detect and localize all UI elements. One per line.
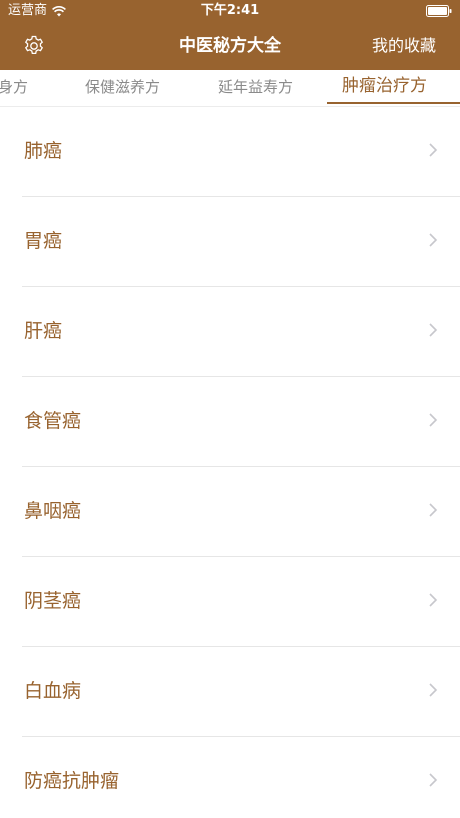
list-item-lung-cancer[interactable]: 肺癌 xyxy=(22,107,460,197)
list-item-label: 肝癌 xyxy=(24,320,63,342)
app-screen: 运营商 下午2:41 中医秘方大全 我的收藏 身方 保健滋养方 延年益寿方 肿瘤… xyxy=(0,0,460,818)
list-item-esophageal-cancer[interactable]: 食管癌 xyxy=(22,377,460,467)
list-item-liver-cancer[interactable]: 肝癌 xyxy=(22,287,460,377)
my-favorites-button[interactable]: 我的收藏 xyxy=(372,35,436,57)
chevron-right-icon xyxy=(429,683,438,697)
list-item-label: 肺癌 xyxy=(24,140,63,162)
chevron-right-icon xyxy=(429,503,438,517)
list-item-leukemia[interactable]: 白血病 xyxy=(22,647,460,737)
battery-icon xyxy=(426,5,452,17)
chevron-right-icon xyxy=(429,773,438,787)
list-item-label: 胃癌 xyxy=(24,230,63,252)
list-item-penile-cancer[interactable]: 阴茎癌 xyxy=(22,557,460,647)
header: 运营商 下午2:41 中医秘方大全 我的收藏 xyxy=(0,0,460,70)
formula-list: 肺癌 胃癌 肝癌 食管癌 鼻咽癌 阴茎癌 白血病 防癌抗肿瘤 xyxy=(0,107,460,818)
list-item-nasopharyngeal-cancer[interactable]: 鼻咽癌 xyxy=(22,467,460,557)
list-item-label: 防癌抗肿瘤 xyxy=(24,770,120,792)
chevron-right-icon xyxy=(429,143,438,157)
list-item-label: 鼻咽癌 xyxy=(24,500,82,522)
chevron-right-icon xyxy=(429,593,438,607)
navigation-bar: 中医秘方大全 我的收藏 xyxy=(0,22,460,70)
category-tabs: 身方 保健滋养方 延年益寿方 肿瘤治疗方 xyxy=(0,70,460,107)
tab-tumor-treatment[interactable]: 肿瘤治疗方 xyxy=(342,76,427,96)
tab-longevity[interactable]: 延年益寿方 xyxy=(218,77,293,97)
active-tab-indicator xyxy=(327,102,460,104)
status-bar: 运营商 下午2:41 xyxy=(0,0,460,22)
tab-body-formulas[interactable]: 身方 xyxy=(0,77,28,97)
list-item-label: 食管癌 xyxy=(24,410,82,432)
list-item-stomach-cancer[interactable]: 胃癌 xyxy=(22,197,460,287)
status-time: 下午2:41 xyxy=(200,3,260,18)
list-item-label: 白血病 xyxy=(24,680,82,702)
gear-icon[interactable] xyxy=(22,34,46,58)
chevron-right-icon xyxy=(429,323,438,337)
chevron-right-icon xyxy=(429,413,438,427)
list-item-anti-cancer[interactable]: 防癌抗肿瘤 xyxy=(22,737,460,818)
list-item-label: 阴茎癌 xyxy=(24,590,82,612)
chevron-right-icon xyxy=(429,233,438,247)
tab-health-nourishing[interactable]: 保健滋养方 xyxy=(85,77,160,97)
